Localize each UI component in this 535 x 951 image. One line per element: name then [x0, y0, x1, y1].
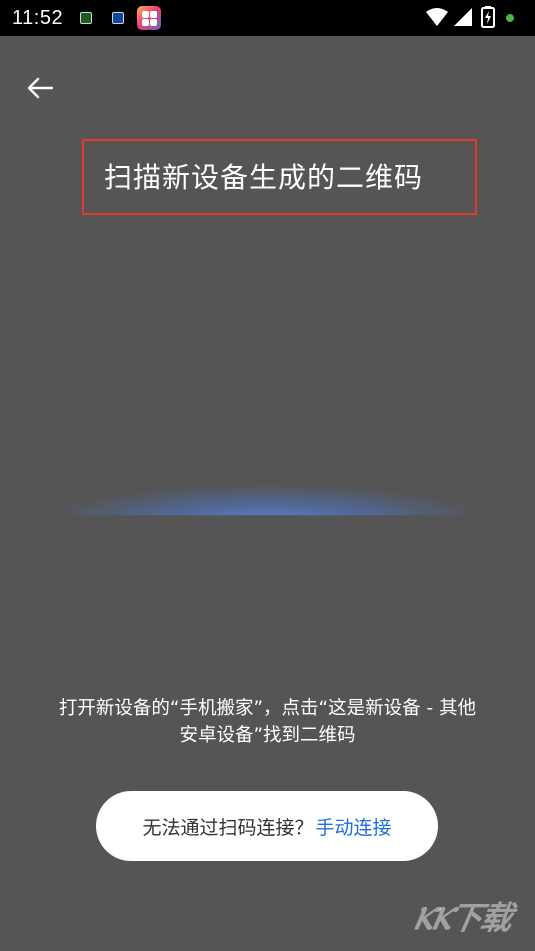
instruction-line: 安卓设备”找到二维码 — [179, 725, 356, 746]
page-title: 扫描新设备生成的二维码 — [104, 161, 424, 194]
status-time: 11:52 — [12, 7, 64, 29]
watermark-logo: ⲔⲔ下载 — [410, 899, 514, 937]
arrow-left-icon — [27, 77, 54, 99]
notification-icon — [112, 12, 124, 24]
status-bar: 11:52 — [0, 0, 535, 36]
back-button[interactable] — [22, 70, 58, 106]
manual-connect-link[interactable]: 手动连接 — [316, 813, 392, 840]
wifi-icon — [426, 8, 448, 26]
instruction-text: 打开新设备的“手机搬家”，点击“这是新设备 - 其他 安卓设备”找到二维码 — [24, 695, 511, 749]
manual-connect-prompt: 无法通过扫码连接？ — [142, 816, 314, 839]
scan-line — [40, 484, 495, 516]
manual-connect-pill: 无法通过扫码连接？ 手动连接 — [96, 791, 438, 861]
app-icon — [137, 6, 161, 30]
signal-icon — [454, 8, 472, 26]
battery-charging-icon — [481, 6, 495, 28]
notification-dot-icon — [506, 14, 514, 22]
notification-icon — [80, 12, 92, 24]
instruction-line: 打开新设备的“手机搬家”，点击“这是新设备 - 其他 — [58, 698, 477, 719]
